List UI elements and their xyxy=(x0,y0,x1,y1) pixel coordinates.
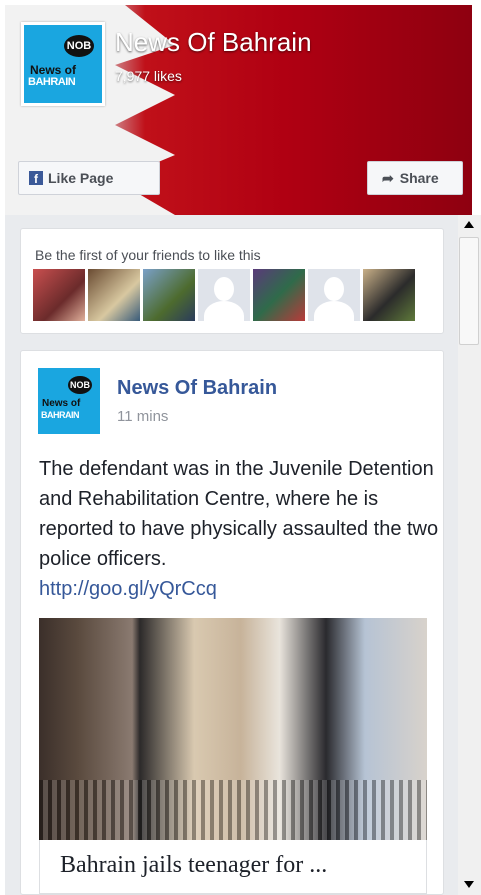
scrollbar[interactable] xyxy=(458,215,481,895)
avatar[interactable] xyxy=(253,269,305,321)
post-author-avatar[interactable]: NOB News of BAHRAIN xyxy=(38,368,100,434)
scroll-thumb[interactable] xyxy=(459,237,479,345)
page-logo[interactable]: NOB News of BAHRAIN xyxy=(21,22,105,106)
post-image[interactable] xyxy=(39,618,427,840)
post-link[interactable]: http://goo.gl/yQrCcq xyxy=(39,578,217,600)
logo-badge: NOB xyxy=(68,376,92,394)
share-button[interactable]: ➦ Share xyxy=(367,161,463,195)
likes-count: 7,977 likes xyxy=(115,68,182,84)
facebook-icon: f xyxy=(29,171,43,186)
logo-line1: News of xyxy=(30,63,77,77)
logo-line1: News of xyxy=(42,398,81,409)
friends-prompt: Be the first of your friends to like thi… xyxy=(35,247,261,263)
scroll-down-icon[interactable] xyxy=(464,881,474,888)
logo-badge: NOB xyxy=(64,35,94,57)
like-page-button[interactable]: f Like Page xyxy=(18,161,160,195)
avatar[interactable] xyxy=(33,269,85,321)
avatar-default[interactable] xyxy=(198,269,250,321)
logo-line2: BAHRAIN xyxy=(28,76,76,88)
page-name[interactable]: News Of Bahrain xyxy=(115,27,312,58)
avatar[interactable] xyxy=(143,269,195,321)
friend-avatars xyxy=(33,269,415,321)
post-author[interactable]: News Of Bahrain xyxy=(117,377,277,400)
link-preview-title[interactable]: Bahrain jails teenager for ... xyxy=(39,840,427,894)
share-label: Share xyxy=(399,170,439,186)
avatar[interactable] xyxy=(363,269,415,321)
avatar-default[interactable] xyxy=(308,269,360,321)
logo-line2: BAHRAIN xyxy=(41,410,80,420)
post-card: NOB News of BAHRAIN News Of Bahrain 11 m… xyxy=(20,350,444,895)
post-body: The defendant was in the Juvenile Detent… xyxy=(39,458,439,570)
friends-box: Be the first of your friends to like thi… xyxy=(20,228,444,334)
like-page-label: Like Page xyxy=(48,170,114,186)
scroll-up-icon[interactable] xyxy=(464,221,474,228)
post-time[interactable]: 11 mins xyxy=(117,408,168,425)
post-text: The defendant was in the Juvenile Detent… xyxy=(39,454,439,604)
avatar[interactable] xyxy=(88,269,140,321)
share-arrow-icon: ➦ xyxy=(382,169,394,186)
